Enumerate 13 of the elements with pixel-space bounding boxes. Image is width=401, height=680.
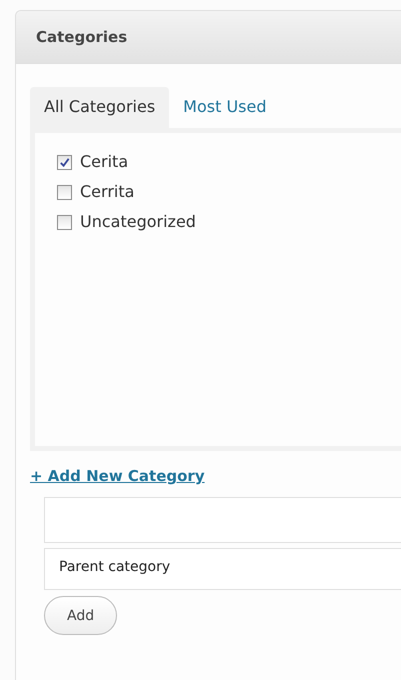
new-category-field[interactable]: [44, 497, 401, 543]
panel-title: Categories: [36, 28, 128, 46]
category-label: Cerrita: [80, 183, 134, 201]
category-checkbox[interactable]: [57, 184, 72, 200]
category-label: Uncategorized: [80, 213, 196, 231]
category-checkbox[interactable]: [57, 214, 72, 230]
add-button[interactable]: Add: [44, 596, 118, 635]
parent-category-select[interactable]: Parent category: [44, 548, 401, 590]
category-tab[interactable]: Most Used: [169, 87, 281, 128]
add-new-category-link[interactable]: + Add New Category: [30, 467, 205, 485]
category-label: Cerita: [80, 153, 128, 171]
category-checkbox[interactable]: [57, 154, 72, 170]
category-tab[interactable]: All Categories: [30, 87, 170, 128]
